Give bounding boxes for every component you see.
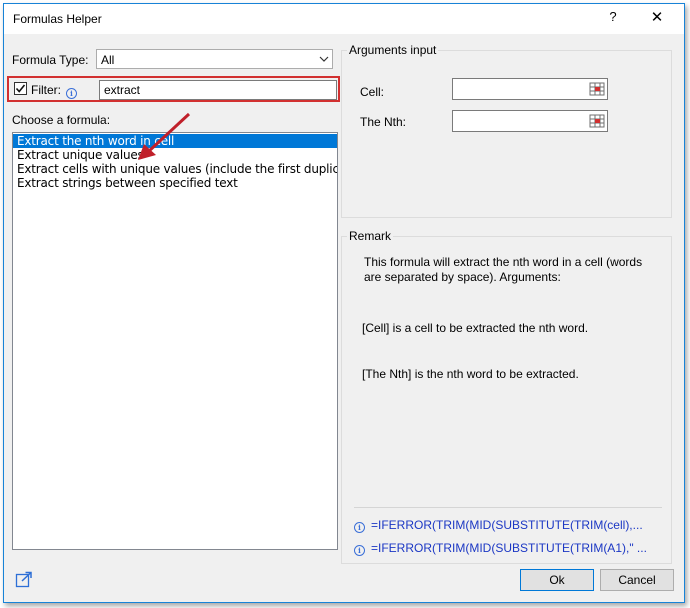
formula-type-dropdown[interactable]: All bbox=[96, 49, 333, 69]
checkmark-icon bbox=[15, 84, 26, 93]
share-icon[interactable] bbox=[15, 571, 33, 589]
info-icon: i bbox=[66, 85, 77, 99]
formula-type-value: All bbox=[101, 53, 115, 67]
nth-label: The Nth: bbox=[360, 115, 407, 129]
remark-cell-description: [Cell] is a cell to be extracted the nth… bbox=[362, 321, 589, 335]
range-select-icon[interactable] bbox=[589, 113, 605, 129]
dialog-title: Formulas Helper bbox=[13, 12, 102, 26]
title-bar: Formulas Helper ? ✕ bbox=[4, 4, 684, 34]
cell-label: Cell: bbox=[360, 85, 385, 99]
chevron-down-icon bbox=[319, 56, 329, 62]
filter-label: Filter: bbox=[31, 83, 61, 97]
formula-example: =IFERROR(TRIM(MID(SUBSTITUTE(TRIM(A1)," … bbox=[371, 541, 647, 555]
info-icon: i bbox=[354, 542, 365, 556]
remark-description-line: This formula will extract the nth word i… bbox=[364, 255, 643, 269]
arguments-caption: Arguments input bbox=[347, 43, 439, 57]
help-button[interactable]: ? bbox=[606, 9, 620, 27]
nth-input[interactable] bbox=[452, 110, 608, 132]
remark-nth-description: [The Nth] is the nth word to be extracte… bbox=[362, 367, 579, 381]
remark-group: Remark This formula will extract the nth… bbox=[341, 229, 672, 564]
list-item[interactable]: Extract strings between specified text bbox=[13, 176, 337, 190]
filter-row: Filter: i extract bbox=[7, 76, 340, 102]
ok-button[interactable]: Ok bbox=[520, 569, 594, 591]
filter-checkbox[interactable] bbox=[14, 82, 27, 95]
close-button[interactable]: ✕ bbox=[648, 8, 666, 28]
arguments-group: Arguments input Cell: The Nth: bbox=[341, 43, 672, 218]
filter-input[interactable]: extract bbox=[99, 80, 337, 100]
remark-description-line: are separated by space). Arguments: bbox=[364, 270, 561, 284]
range-select-icon[interactable] bbox=[589, 81, 605, 97]
remark-caption: Remark bbox=[347, 229, 394, 243]
info-icon: i bbox=[354, 519, 365, 533]
formula-example: =IFERROR(TRIM(MID(SUBSTITUTE(TRIM(cell),… bbox=[371, 518, 643, 532]
formula-type-label: Formula Type: bbox=[12, 53, 89, 67]
red-arrow-annotation bbox=[138, 112, 191, 160]
divider bbox=[354, 507, 662, 508]
formula-list[interactable]: Extract the nth word in cell Extract uni… bbox=[12, 132, 338, 550]
cell-input[interactable] bbox=[452, 78, 608, 100]
choose-formula-label: Choose a formula: bbox=[12, 113, 111, 127]
cancel-button[interactable]: Cancel bbox=[600, 569, 674, 591]
formulas-helper-dialog: Formulas Helper ? ✕ Formula Type: All Fi… bbox=[3, 3, 685, 603]
